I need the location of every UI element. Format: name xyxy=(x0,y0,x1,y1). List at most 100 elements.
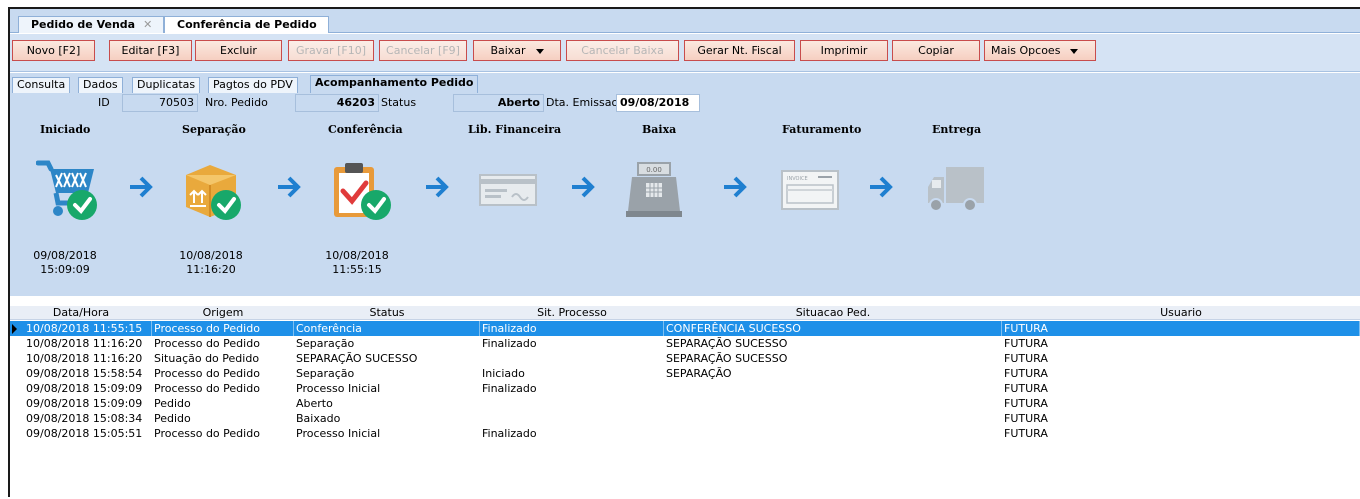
table-cell: Processo do Pedido xyxy=(154,427,260,440)
stage-time: 15:09:09 xyxy=(40,263,90,276)
status-field[interactable]: Aberto xyxy=(453,94,544,112)
table-cell: 09/08/2018 15:09:09 xyxy=(26,397,143,410)
stage-time: 11:16:20 xyxy=(186,263,236,276)
box-check-icon xyxy=(186,165,241,220)
history-table: Data/Hora Origem Status Sit. Processo Si… xyxy=(10,306,1360,499)
tab-pedido-de-venda[interactable]: Pedido de Venda ✕ xyxy=(18,16,164,33)
table-cell: CONFERÊNCIA SUCESSO xyxy=(664,321,1002,336)
table-cell: Aberto xyxy=(296,397,333,410)
table-cell: Finalizado xyxy=(482,382,537,395)
column-header-origem[interactable]: Origem xyxy=(152,306,294,320)
table-cell: FUTURA xyxy=(1002,321,1360,336)
tab-label: Pedido de Venda xyxy=(31,18,136,31)
shopping-cart-check-icon xyxy=(36,160,97,220)
table-cell: FUTURA xyxy=(1004,367,1048,380)
stage-date-conferencia: 10/08/2018 11:55:15 xyxy=(322,249,392,277)
novo-button[interactable]: Novo [F2] xyxy=(12,40,95,61)
table-cell: Situação do Pedido xyxy=(154,352,260,365)
gerar-nota-fiscal-button[interactable]: Gerar Nt. Fiscal xyxy=(684,40,795,61)
mais-opcoes-label: Mais Opcoes xyxy=(991,44,1061,57)
column-header-status[interactable]: Status xyxy=(294,306,480,320)
table-row[interactable]: 10/08/2018 11:55:15 Processo do Pedido Con… xyxy=(10,321,1360,336)
stage-date-separacao: 10/08/2018 11:16:20 xyxy=(176,249,246,277)
document-tab-bar: Pedido de Venda ✕ Conferência de Pedido xyxy=(10,9,1360,33)
column-header-situacao-ped[interactable]: Situacao Ped. xyxy=(664,306,1002,320)
table-cell: 10/08/2018 11:16:20 xyxy=(26,337,143,350)
column-header-sit-processo[interactable]: Sit. Processo xyxy=(480,306,664,320)
tab-acompanhamento-pedido[interactable]: Acompanhamento Pedido xyxy=(310,75,479,93)
table-cell xyxy=(664,411,1002,426)
stage-date: 09/08/2018 xyxy=(33,249,97,262)
table-row[interactable]: 09/08/2018 15:09:09 Pedido Aberto FUTURA xyxy=(10,396,1360,411)
column-header-usuario[interactable]: Usuario xyxy=(1002,306,1360,320)
id-field[interactable]: 70503 xyxy=(122,94,198,112)
stage-time: 11:55:15 xyxy=(332,263,382,276)
invoice-icon: INVOICE xyxy=(781,170,839,210)
nro-pedido-field[interactable]: 46203 xyxy=(295,94,379,112)
tab-pagtos-do-pdv[interactable]: Pagtos do PDV xyxy=(208,77,298,93)
copiar-button[interactable]: Copiar xyxy=(892,40,980,61)
table-cell: SEPARAÇÃO SUCESSO xyxy=(666,337,788,350)
arrow-right-icon xyxy=(870,176,893,198)
close-icon[interactable]: ✕ xyxy=(143,18,152,31)
table-cell: Processo do Pedido xyxy=(154,337,260,350)
table-row[interactable]: 10/08/2018 11:16:20 Situação do Pedido SEP… xyxy=(10,351,1360,366)
table-cell: FUTURA xyxy=(1004,427,1048,440)
emissao-label: Dta. Emissao xyxy=(546,96,619,109)
mais-opcoes-dropdown[interactable]: Mais Opcoes xyxy=(984,40,1096,61)
tab-duplicatas[interactable]: Duplicatas xyxy=(132,77,201,93)
editar-button[interactable]: Editar [F3] xyxy=(109,40,192,61)
stage-title-baixa: Baixa xyxy=(642,123,677,136)
table-cell: 09/08/2018 15:58:54 xyxy=(26,367,143,380)
table-cell xyxy=(480,411,664,426)
table-cell: 09/08/2018 15:09:09 xyxy=(26,382,143,395)
table-cell: Separação xyxy=(296,337,355,350)
table-cell: FUTURA xyxy=(1004,382,1048,395)
cash-register-icon: 0.00 xyxy=(626,162,682,217)
table-cell: Pedido xyxy=(154,397,191,410)
table-cell: Separação xyxy=(296,367,355,380)
table-row[interactable]: 09/08/2018 15:08:34 Pedido Baixado FUTURA xyxy=(10,411,1360,426)
table-cell: Finalizado xyxy=(482,427,537,440)
stage-title-entrega: Entrega xyxy=(932,123,982,136)
table-cell: SEPARAÇÃO xyxy=(666,367,732,380)
table-row[interactable]: 09/08/2018 15:09:09 Processo do Pedido Pro… xyxy=(10,381,1360,396)
tab-conferencia-de-pedido[interactable]: Conferência de Pedido xyxy=(164,16,329,33)
baixar-dropdown[interactable]: Baixar xyxy=(473,40,561,61)
table-row[interactable]: 09/08/2018 15:05:51 Processo do Pedido Pro… xyxy=(10,426,1360,441)
stage-date: 10/08/2018 xyxy=(179,249,243,262)
stage-title-iniciado: Iniciado xyxy=(40,123,91,136)
table-cell: Baixado xyxy=(296,412,341,425)
excluir-button[interactable]: Excluir xyxy=(195,40,282,61)
chevron-down-icon xyxy=(535,48,544,54)
table-cell: Conferência xyxy=(294,321,480,336)
table-cell xyxy=(664,381,1002,396)
table-row[interactable]: 09/08/2018 15:58:54 Processo do Pedido Sep… xyxy=(10,366,1360,381)
toolbar: Novo [F2] Editar [F3] Excluir Gravar [F1… xyxy=(10,34,1360,72)
table-cell: Processo do Pedido xyxy=(154,367,260,380)
table-cell: Finalizado xyxy=(480,321,664,336)
tab-dados[interactable]: Dados xyxy=(78,77,123,93)
table-row[interactable]: 10/08/2018 11:16:20 Processo do Pedido Sep… xyxy=(10,336,1360,351)
stage-title-separacao: Separação xyxy=(182,123,246,136)
table-cell: 09/08/2018 15:08:34 xyxy=(26,412,143,425)
table-cell xyxy=(480,351,664,366)
cancelar-button[interactable]: Cancelar [F9] xyxy=(379,40,467,61)
table-cell: SEPARAÇÃO SUCESSO xyxy=(666,352,788,365)
imprimir-button[interactable]: Imprimir xyxy=(800,40,888,61)
column-header-data-hora[interactable]: Data/Hora xyxy=(10,306,152,320)
tab-consulta[interactable]: Consulta xyxy=(12,77,71,93)
cancelar-baixa-button[interactable]: Cancelar Baixa xyxy=(566,40,679,61)
table-cell: Processo do Pedido xyxy=(152,321,294,336)
tracking-panel: ID 70503 Nro. Pedido 46203 Status Aberto… xyxy=(10,93,1360,296)
table-cell: Processo do Pedido xyxy=(154,382,260,395)
table-cell: SEPARAÇÃO SUCESSO xyxy=(296,352,418,365)
table-cell: FUTURA xyxy=(1004,397,1048,410)
gravar-button[interactable]: Gravar [F10] xyxy=(288,40,374,61)
table-cell: FUTURA xyxy=(1004,352,1048,365)
table-cell: Pedido xyxy=(154,412,191,425)
chevron-down-icon xyxy=(1070,48,1079,54)
table-cell: 10/08/2018 11:16:20 xyxy=(26,352,143,365)
emissao-field[interactable]: 09/08/2018 xyxy=(616,94,700,112)
row-indicator-icon xyxy=(12,324,17,334)
